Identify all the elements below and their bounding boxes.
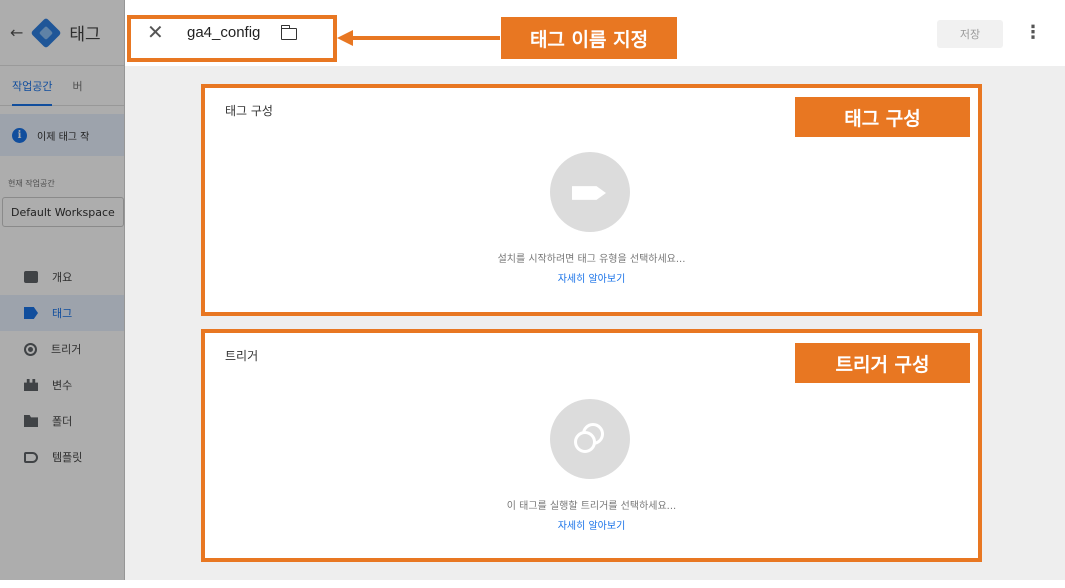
trigger-icon <box>572 421 608 457</box>
card-title: 태그 구성 <box>225 104 273 118</box>
annotation-frame-tag-name <box>127 15 337 62</box>
annotation-label-config: 태그 구성 <box>795 97 970 137</box>
scrim-overlay[interactable] <box>0 0 125 580</box>
tag-editor-sheet: ✕ ga4_config 저장 ⋮ 태그 구성 설치를 시작하려면 태그 유형을… <box>125 0 1065 580</box>
card-message: 이 태그를 실행할 트리거를 선택하세요... <box>506 501 677 512</box>
annotation-label-name: 태그 이름 지정 <box>501 17 677 59</box>
save-button[interactable]: 저장 <box>937 20 1003 48</box>
card-title: 트리거 <box>225 349 259 363</box>
more-vert-icon[interactable]: ⋮ <box>1024 19 1042 47</box>
card-message: 설치를 시작하려면 태그 유형을 선택하세요... <box>497 254 686 265</box>
annotation-label-trigger: 트리거 구성 <box>795 343 970 383</box>
annotation-arrow-line <box>350 36 500 40</box>
bottom-margin <box>0 580 1065 588</box>
learn-more-link[interactable]: 자세히 알아보기 <box>205 270 978 285</box>
learn-more-link[interactable]: 자세히 알아보기 <box>205 517 978 532</box>
tag-type-placeholder[interactable] <box>550 152 630 232</box>
trigger-placeholder[interactable] <box>550 399 630 479</box>
tag-icon <box>572 186 606 200</box>
